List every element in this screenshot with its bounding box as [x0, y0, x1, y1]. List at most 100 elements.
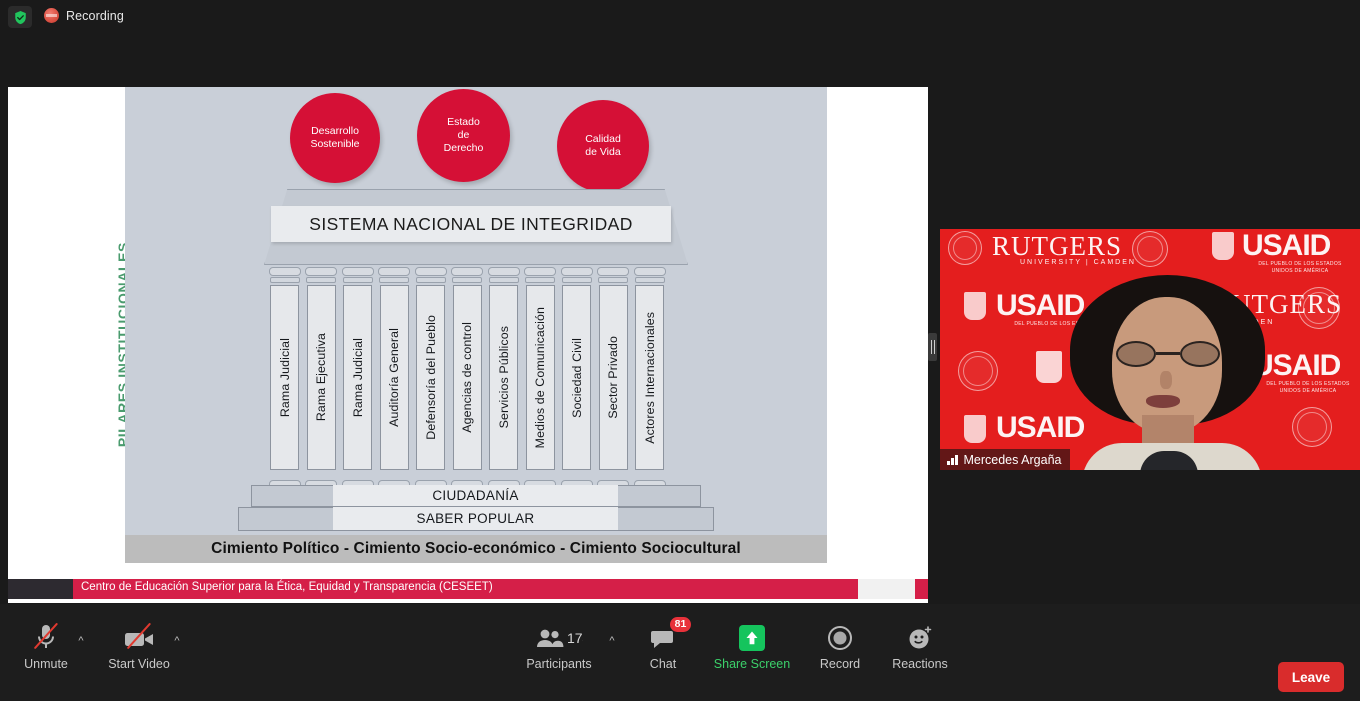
circle-line-2: de — [457, 129, 470, 141]
usaid-emblem-icon — [964, 415, 986, 443]
chat-button[interactable]: 81 Chat — [620, 617, 706, 683]
rutgers-seal-icon — [1132, 231, 1168, 267]
record-button[interactable]: Record — [797, 621, 883, 683]
pillar-capital-lower — [598, 277, 628, 283]
record-circle-icon — [827, 621, 853, 651]
mute-button-label: Unmute — [24, 657, 68, 671]
chat-unread-badge: 81 — [670, 617, 691, 632]
pillar-capital — [378, 267, 410, 276]
pillar-capital — [524, 267, 556, 276]
slide-footer-ribbon: Centro de Educación Superior para la Éti… — [8, 579, 928, 599]
pillar-capital — [414, 267, 447, 276]
participants-button[interactable]: 174 Participants — [516, 621, 602, 683]
integrity-system-diagram: Desarrollo Sostenible Estado de Derecho … — [125, 87, 827, 559]
pillar-capital-lower — [561, 277, 592, 283]
pillar-capital-lower — [415, 277, 446, 283]
participant-video-tile[interactable]: RUTGERS UNIVERSITY | CAMDEN USAID DEL PU… — [940, 229, 1360, 470]
pane-splitter-handle[interactable] — [928, 333, 937, 361]
rutgers-seal-icon — [1298, 287, 1340, 329]
pillar-label: Rama Ejecutiva — [314, 333, 328, 422]
start-video-button-label: Start Video — [108, 657, 170, 671]
microphone-muted-icon — [33, 621, 59, 651]
pillar-label: Medios de Comunicación — [533, 306, 547, 449]
smiley-reactions-icon — [907, 621, 933, 651]
start-video-button[interactable]: Start Video — [96, 621, 182, 683]
participants-options-caret[interactable]: ^ — [605, 634, 619, 648]
circle-line-1: Calidad — [585, 133, 621, 145]
video-sidebar: RUTGERS UNIVERSITY | CAMDEN USAID DEL PU… — [937, 0, 1360, 604]
mute-button[interactable]: Unmute — [3, 621, 89, 683]
share-screen-button[interactable]: Share Screen — [709, 621, 795, 683]
pillar-label: Rama Judicial — [350, 337, 365, 418]
pillar-label: Rama Judicial — [277, 337, 292, 418]
pillar-shaft: Medios de Comunicación — [525, 285, 555, 470]
record-button-label: Record — [819, 657, 861, 671]
security-shield-icon[interactable] — [8, 6, 32, 28]
diagram-pillar: Agencias de control — [451, 267, 483, 489]
pillar-capital-lower — [306, 277, 336, 283]
pillar-capital-lower — [342, 277, 373, 283]
circle-line-3: Derecho — [443, 142, 484, 154]
meeting-controls-toolbar: Unmute ^ Start Video ^ 174 — [0, 604, 1360, 701]
glasses-icon — [1116, 341, 1220, 367]
usaid-tagline-2: UNIDOS DE AMÉRICA — [1271, 268, 1329, 274]
rutgers-seal-icon — [948, 231, 982, 265]
pillar-label: Defensoría del Pueblo — [423, 315, 438, 440]
leave-button[interactable]: Leave — [1278, 662, 1344, 692]
pillar-label: Auditoría General — [387, 328, 401, 427]
diagram-pillar: Defensoría del Pueblo — [414, 267, 447, 489]
pillar-shaft: Auditoría General — [379, 285, 409, 470]
ribbon-white-segment — [858, 579, 915, 599]
diagram-foundation-band: Cimiento Político - Cimiento Socio-econó… — [125, 535, 827, 563]
step-label-ciudadania: CIUDADANÍA — [333, 485, 618, 506]
chat-bubble-icon: 81 — [650, 617, 691, 651]
rutgers-shield-icon — [1036, 351, 1062, 383]
recording-status[interactable]: Recording — [44, 8, 124, 23]
circle-line-1: Desarrollo — [311, 125, 359, 137]
recording-label: Recording — [66, 8, 124, 23]
pillar-capital — [487, 267, 520, 276]
usaid-emblem-icon — [964, 292, 986, 320]
share-screen-button-label: Share Screen — [713, 657, 791, 671]
pillar-shaft: Rama Judicial — [270, 285, 299, 470]
pillar-capital — [341, 267, 374, 276]
circle-line-1: Estado — [447, 116, 480, 128]
presentation-slide: PILARES INSTITUCIONALES Desarrollo Soste… — [8, 87, 928, 603]
pillar-capital-lower — [634, 277, 665, 283]
rutgers-seal-icon — [1292, 407, 1332, 447]
leave-button-label: Leave — [1291, 669, 1331, 685]
pillar-capital — [597, 267, 629, 276]
pillar-capital-lower — [488, 277, 519, 283]
shared-screen-pane: PILARES INSTITUCIONALES Desarrollo Soste… — [0, 34, 928, 604]
participants-button-label: Participants — [526, 657, 592, 671]
pillar-shaft: Sector Privado — [598, 285, 628, 470]
diagram-pillar: Actores Internacionales — [633, 267, 666, 489]
pillar-shaft: Agencias de control — [452, 285, 482, 470]
step-label-saber-popular: SABER POPULAR — [333, 507, 618, 530]
diagram-circle-calidad-de-vida: Calidad de Vida — [557, 100, 649, 192]
pillar-capital — [305, 267, 337, 276]
pillar-shaft: Servicios Públicos — [489, 285, 518, 470]
pillar-label: Agencias de control — [460, 322, 474, 433]
ribbon-organization-label: Centro de Educación Superior para la Éti… — [81, 581, 493, 593]
pillar-shaft: Sociedad Civil — [562, 285, 591, 470]
participant-avatar — [1060, 275, 1275, 470]
diagram-pillar: Sociedad Civil — [560, 267, 593, 489]
audio-options-caret[interactable]: ^ — [74, 634, 88, 648]
pillar-shaft: Actores Internacionales — [635, 285, 664, 470]
mouth-shape — [1146, 395, 1180, 408]
video-options-caret[interactable]: ^ — [170, 634, 184, 648]
usaid-emblem-icon — [1212, 232, 1234, 260]
diagram-circle-desarrollo-sostenible: Desarrollo Sostenible — [290, 93, 380, 183]
chat-button-label: Chat — [649, 657, 677, 671]
reactions-button[interactable]: Reactions — [877, 621, 963, 683]
pillar-capital — [268, 267, 301, 276]
rutgers-wordmark: RUTGERS — [992, 231, 1123, 261]
usaid-tagline: DEL PUEBLO DE LOS ESTADOS — [1258, 261, 1342, 267]
diagram-pillars: Rama Judicial Rama Ejecutiva Rama Judicial… — [268, 267, 680, 489]
pillar-capital — [451, 267, 483, 276]
svg-text:174: 174 — [567, 630, 583, 646]
participants-icon: 174 — [535, 621, 583, 651]
pillar-capital-lower — [379, 277, 409, 283]
diagram-circle-estado-de-derecho: Estado de Derecho — [417, 89, 510, 182]
